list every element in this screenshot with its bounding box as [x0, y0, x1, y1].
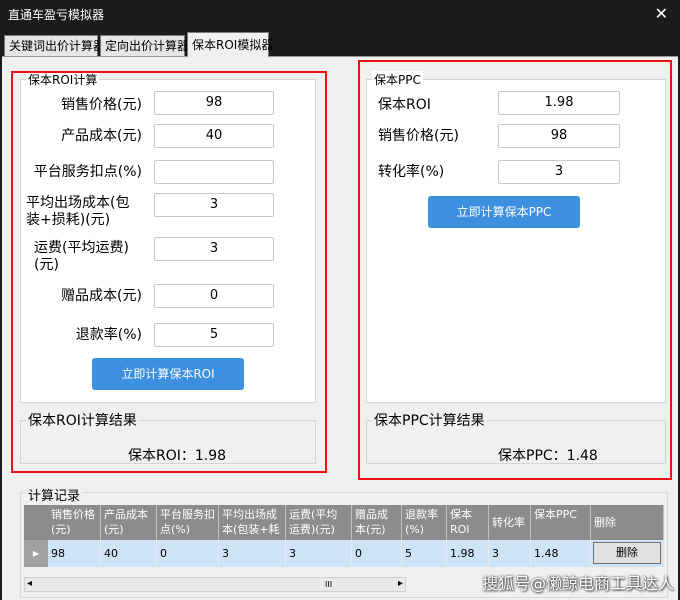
col-header-platform-fee: 平台服务扣点(%): [157, 505, 219, 540]
window-title: 直通车盈亏模拟器: [8, 8, 105, 22]
ppc-highlight-frame: [358, 60, 672, 480]
col-header-freight: 运费(平均运费)(元): [286, 505, 352, 540]
tab-targeting-bid[interactable]: 定向出价计算器: [100, 35, 189, 56]
table-cell[interactable]: 3: [286, 540, 352, 567]
table-cell[interactable]: 5: [402, 540, 447, 567]
table-cell[interactable]: 40: [101, 540, 157, 567]
table-cell[interactable]: 3: [489, 540, 531, 567]
col-header-shipping-out-cost: 平均出场成本(包装+耗: [219, 505, 286, 540]
records-legend: 计算记录: [26, 485, 83, 504]
watermark: 搜狐号@懒鲸电商工具达人: [481, 574, 674, 593]
scroll-right-icon[interactable]: ▸: [398, 578, 403, 589]
table-cell[interactable]: 1.48: [531, 540, 591, 567]
row-header-corner: [24, 505, 48, 540]
scroll-thumb[interactable]: III: [325, 578, 332, 591]
table-cell[interactable]: 1.98: [447, 540, 489, 567]
tab-keyword-bid[interactable]: 关键词出价计算器: [4, 35, 105, 56]
table-cell[interactable]: 0: [157, 540, 219, 567]
delete-cell: 删除: [591, 540, 664, 567]
tab-roi-simulator[interactable]: 保本ROI模拟器: [187, 32, 273, 57]
row-indicator-icon: ▶: [24, 540, 48, 567]
app-window: 直通车盈亏模拟器 ✕ 关键词出价计算器 定向出价计算器 保本ROI模拟器 保本R…: [0, 0, 680, 600]
table-cell[interactable]: 0: [352, 540, 402, 567]
col-header-conversion-rate: 转化率: [489, 505, 531, 540]
col-header-product-cost: 产品成本(元): [101, 505, 157, 540]
col-header-sale-price: 销售价格(元): [48, 505, 101, 540]
scroll-left-icon[interactable]: ◂: [27, 578, 32, 589]
table-cell[interactable]: 3: [219, 540, 286, 567]
close-icon[interactable]: ✕: [655, 4, 668, 23]
col-header-delete: 删除: [591, 505, 664, 540]
col-header-refund-rate: 退款率(%): [402, 505, 447, 540]
table-cell[interactable]: 98: [48, 540, 101, 567]
delete-row-button[interactable]: 删除: [593, 542, 661, 564]
col-header-breakeven-roi: 保本ROI: [447, 505, 489, 540]
title-bar: 直通车盈亏模拟器 ✕: [0, 0, 680, 28]
col-header-gift-cost: 赠品成本(元): [352, 505, 402, 540]
col-header-breakeven-ppc: 保本PPC: [531, 505, 591, 540]
roi-highlight-frame: [11, 71, 327, 473]
horizontal-scrollbar[interactable]: ◂ III ▸: [24, 577, 406, 592]
records-table: ▶ 销售价格(元) 产品成本(元) 平台服务扣点(%) 平均出场成本(包装+耗 …: [24, 505, 664, 567]
